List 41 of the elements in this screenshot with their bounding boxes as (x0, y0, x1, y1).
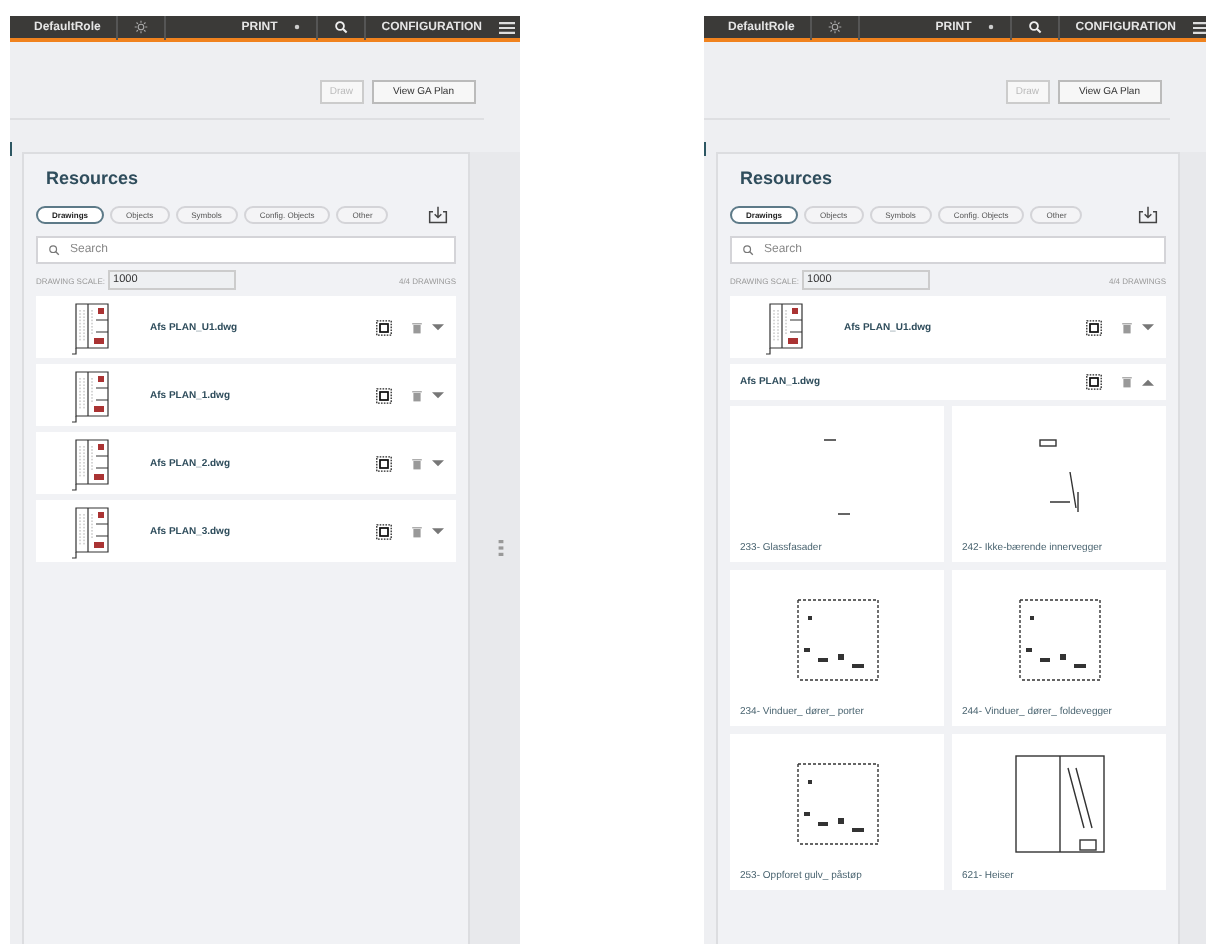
search-icon[interactable] (333, 20, 348, 34)
caret-icon[interactable] (432, 459, 444, 467)
caret-icon[interactable] (432, 527, 444, 535)
menu-icon[interactable] (498, 19, 516, 35)
dot-icon (293, 24, 300, 30)
dot-icon (987, 24, 994, 30)
layer-drawing (820, 435, 854, 517)
layer-drawing (1013, 754, 1105, 854)
trash-icon[interactable] (1122, 376, 1132, 388)
menu-icon[interactable] (1192, 19, 1206, 35)
import-icon[interactable] (1138, 206, 1158, 224)
frame-icon[interactable] (376, 387, 392, 403)
panel-edge-mark (10, 142, 12, 156)
trash-icon[interactable] (412, 525, 422, 537)
frame-icon[interactable] (376, 455, 392, 471)
search-icon[interactable] (1027, 20, 1042, 34)
layer-drawing (795, 598, 879, 682)
caret-icon[interactable] (432, 323, 444, 331)
frame-icon[interactable] (376, 523, 392, 539)
splitter-handle[interactable] (498, 540, 504, 556)
resources-title: Resources (44, 166, 141, 188)
sun-icon[interactable] (828, 20, 843, 34)
trash-icon[interactable] (412, 321, 422, 333)
trash-icon[interactable] (412, 457, 422, 469)
caret-icon[interactable] (1142, 378, 1154, 386)
trash-icon[interactable] (412, 389, 422, 401)
layer-drawing (1038, 438, 1080, 514)
caret-icon[interactable] (432, 391, 444, 399)
import-icon[interactable] (428, 206, 448, 224)
frame-icon[interactable] (376, 319, 392, 335)
layer-drawing (795, 762, 879, 846)
search-icon (48, 244, 60, 256)
sun-icon[interactable] (134, 20, 149, 34)
layer-drawing (1017, 598, 1101, 682)
caret-icon[interactable] (1142, 323, 1154, 331)
panel-edge-mark (704, 142, 706, 156)
frame-icon[interactable] (1086, 374, 1102, 390)
trash-icon[interactable] (1122, 321, 1132, 333)
resources-title: Resources (738, 166, 835, 188)
frame-icon[interactable] (1086, 319, 1102, 335)
search-icon (742, 244, 754, 256)
